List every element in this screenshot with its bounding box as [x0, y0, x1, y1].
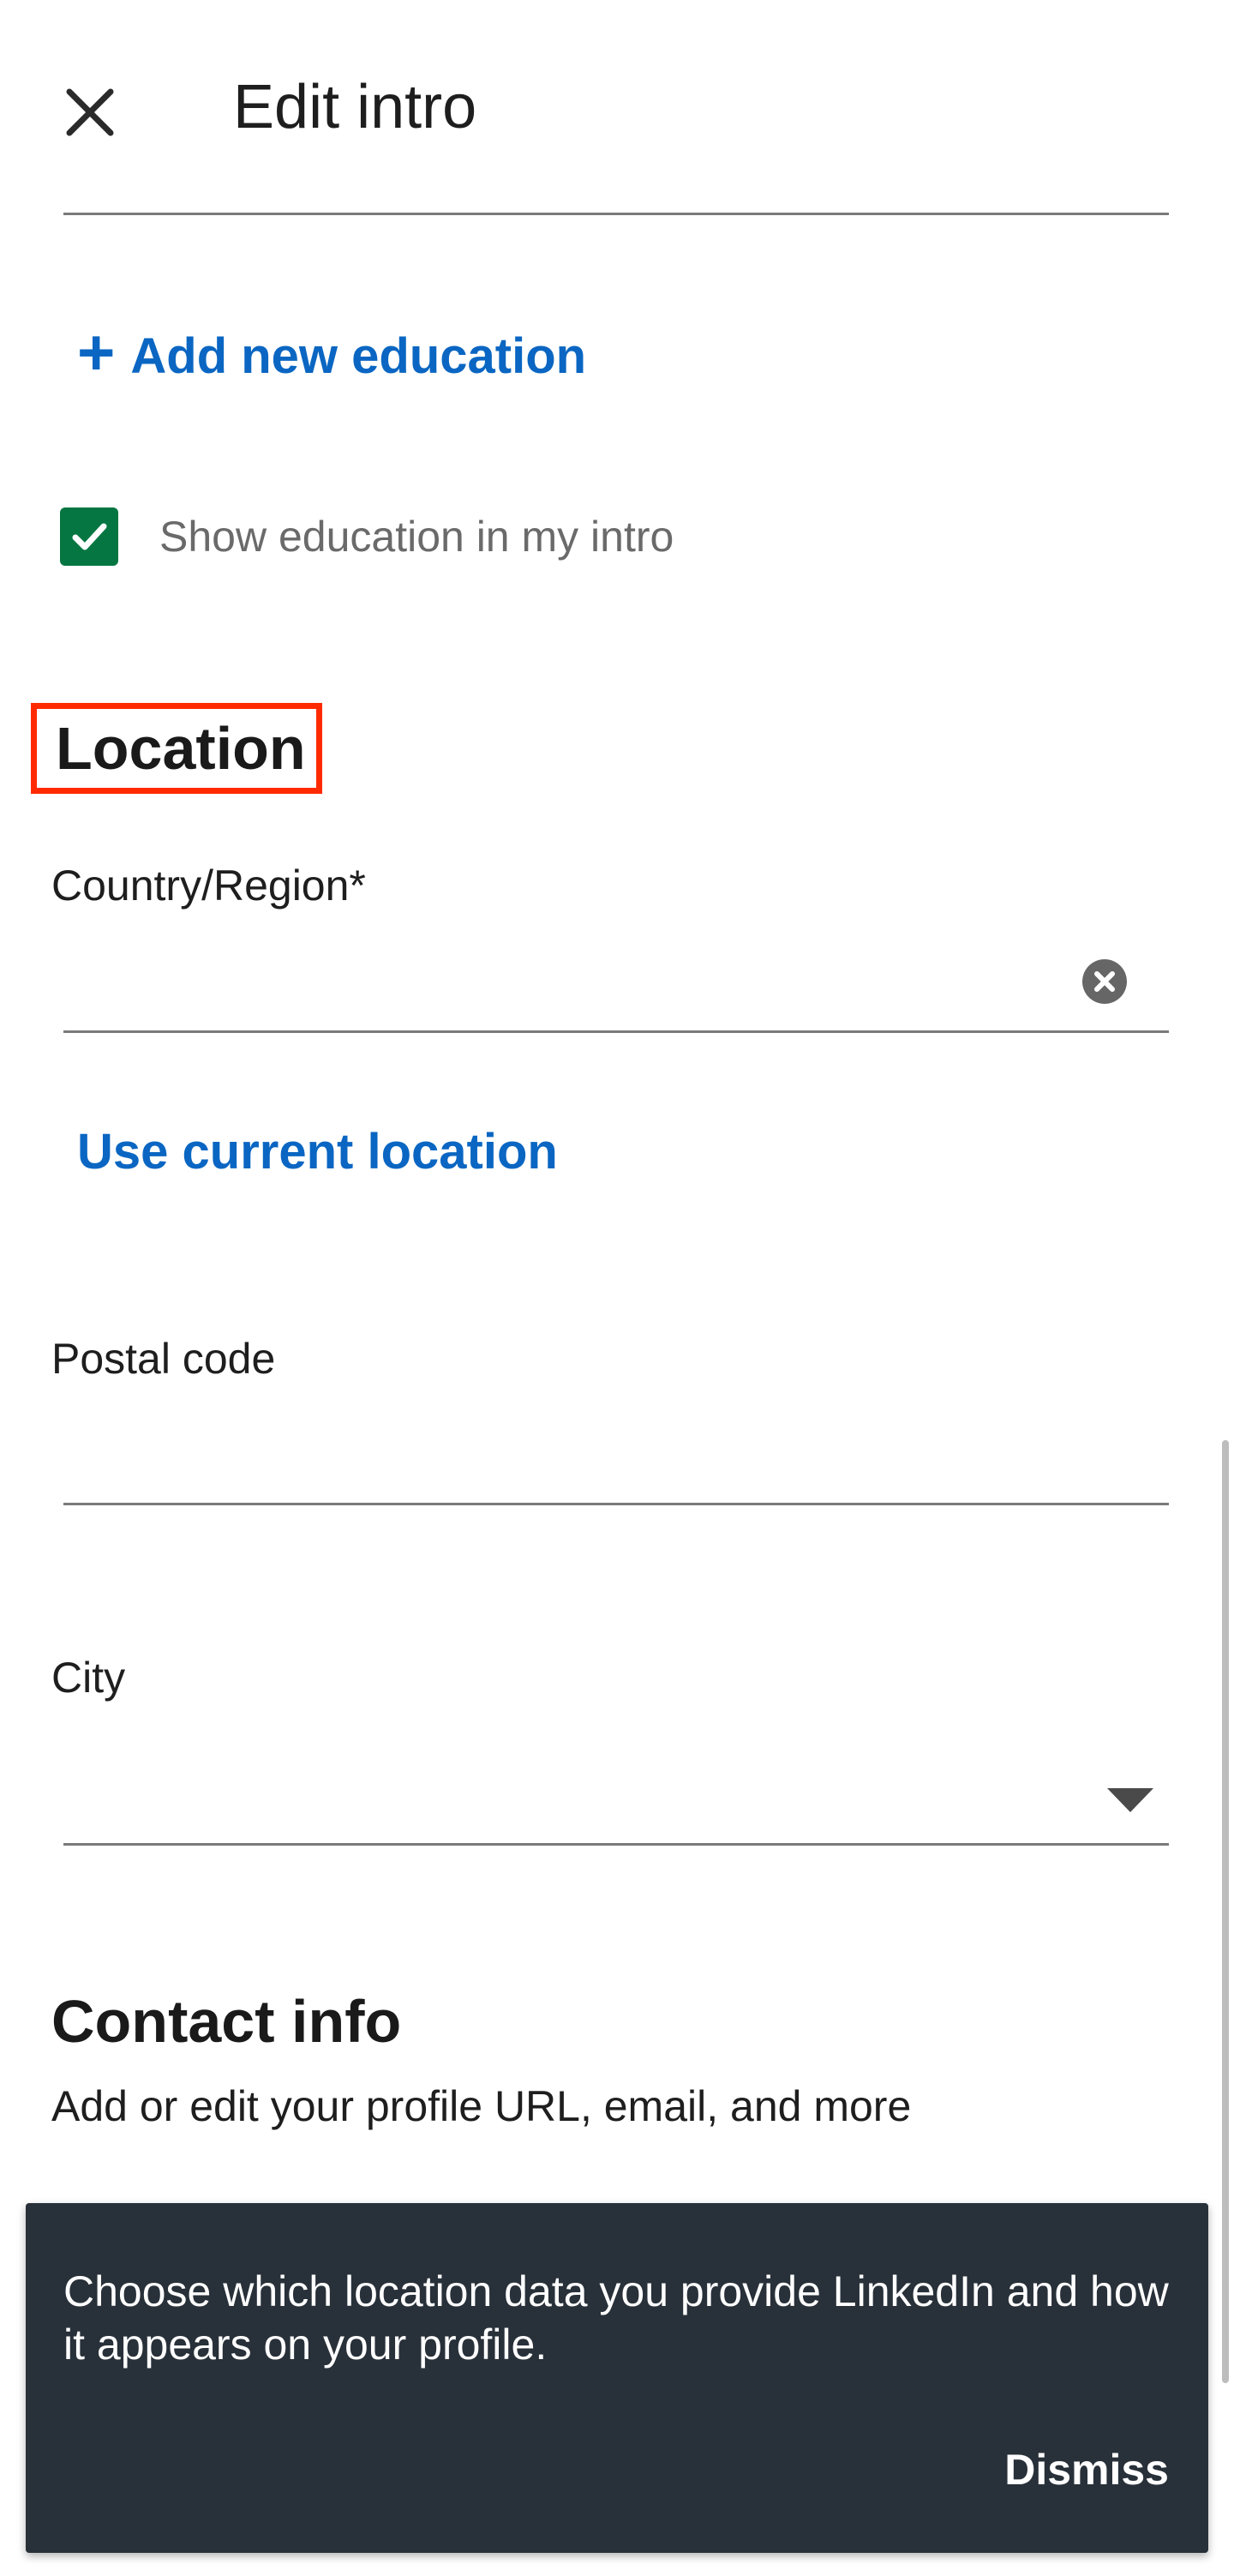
city-label: City: [51, 1654, 126, 1702]
city-underline: [63, 1843, 1169, 1846]
plus-icon: +: [77, 316, 116, 389]
close-icon: [66, 88, 114, 136]
show-education-label: Show education in my intro: [159, 513, 674, 561]
add-education-label: Add new education: [130, 327, 587, 384]
contact-info-subtitle[interactable]: Add or edit your profile URL, email, and…: [51, 2081, 911, 2131]
use-current-location-link[interactable]: Use current location: [77, 1123, 558, 1180]
checkmark-icon: [72, 523, 107, 550]
city-dropdown[interactable]: [63, 1749, 1169, 1843]
show-education-checkbox[interactable]: [60, 507, 118, 566]
country-underline: [63, 1030, 1169, 1033]
location-toast: Choose which location data you provide L…: [26, 2203, 1208, 2553]
country-label: Country/Region*: [51, 862, 366, 910]
caret-down-icon[interactable]: [1105, 1786, 1155, 1820]
close-button[interactable]: [53, 75, 127, 149]
add-education-link[interactable]: + Add new education: [77, 321, 587, 386]
dismiss-button[interactable]: Dismiss: [1004, 2445, 1169, 2495]
postal-code-underline: [63, 1503, 1169, 1505]
header-divider: [63, 213, 1169, 215]
postal-code-input[interactable]: [63, 1406, 1169, 1500]
scrollbar[interactable]: [1222, 1440, 1229, 2383]
country-input[interactable]: [63, 934, 1092, 1029]
contact-info-heading: Contact info: [51, 1988, 402, 2055]
location-heading-highlight: Location: [31, 703, 322, 794]
clear-input-button[interactable]: [1081, 958, 1128, 1009]
clear-circle-icon: [1082, 959, 1127, 1004]
toast-message: Choose which location data you provide L…: [63, 2267, 1169, 2369]
postal-code-label: Postal code: [51, 1335, 276, 1383]
location-heading: Location: [56, 715, 306, 782]
show-education-row[interactable]: Show education in my intro: [60, 507, 674, 566]
page-title: Edit intro: [233, 73, 477, 141]
